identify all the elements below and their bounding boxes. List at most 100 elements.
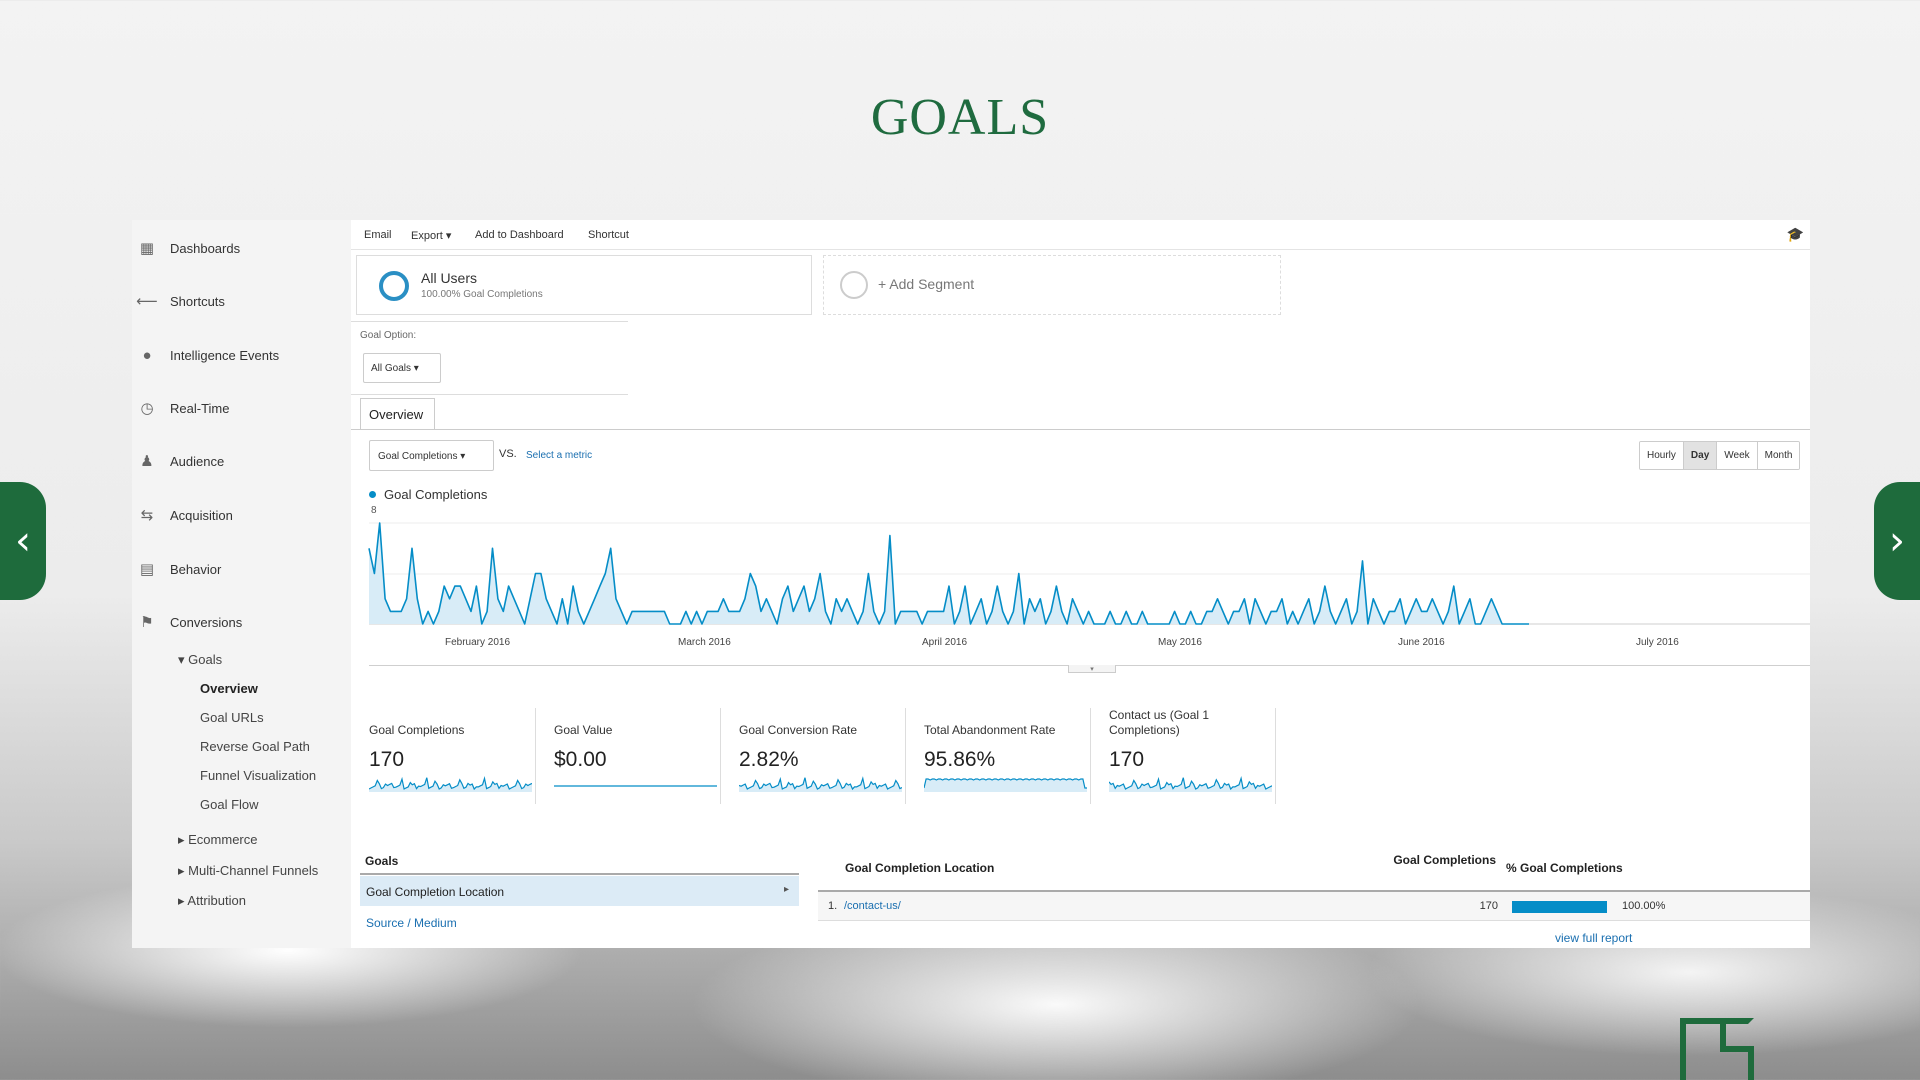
x-tick-label: April 2016 [922, 637, 968, 648]
sidebar-item-shortcuts[interactable]: ⟵ Shortcuts [132, 287, 225, 315]
sidebar-attribution[interactable]: ▸ Attribution [178, 893, 246, 909]
scorecard-goal-completions[interactable]: Goal Completions 170 [351, 708, 536, 804]
sparkline [1109, 776, 1272, 792]
scorecard-value: 170 [1109, 748, 1145, 771]
option-label: Goal Completion Location [366, 885, 505, 899]
main-panel: Email Export ▾ Add to Dashboard Shortcut… [351, 220, 1810, 948]
document-icon[interactable] [1680, 1018, 1754, 1080]
sidebar-goals-overview[interactable]: Overview [200, 681, 258, 696]
column-header-location[interactable]: Goal Completion Location [845, 861, 994, 875]
sidebar-item-label: Audience [170, 453, 225, 469]
table-row: 1. /contact-us/ 170 100.00% [818, 892, 1810, 921]
row-completions: 170 [1479, 900, 1498, 912]
people-icon: ♟ [140, 453, 154, 470]
sidebar-multi-channel-funnels[interactable]: ▸ Multi-Channel Funnels [178, 863, 318, 879]
goals-panel-title: Goals [365, 854, 399, 868]
scorecard-label: Goal Completions [369, 723, 465, 737]
add-to-dashboard-button[interactable]: Add to Dashboard [475, 229, 564, 241]
source-medium-link[interactable]: Source / Medium [366, 916, 457, 930]
sidebar-item-label: Behavior [170, 561, 222, 577]
sidebar-goal-urls[interactable]: Goal URLs [200, 710, 264, 725]
column-header-completions[interactable]: Goal Completions [1386, 853, 1496, 868]
period-week-button[interactable]: Week [1717, 442, 1758, 469]
row-percent: 100.00% [1622, 900, 1666, 912]
metric-select[interactable]: Goal Completions ▾ [369, 440, 494, 471]
sidebar-reverse-goal-path[interactable]: Reverse Goal Path [200, 739, 310, 754]
scorecard-goal-value[interactable]: Goal Value $0.00 [536, 708, 721, 804]
chevron-left-icon: ‹ [15, 518, 31, 564]
x-tick-label: July 2016 [1636, 637, 1679, 648]
segment-all-users[interactable]: All Users 100.00% Goal Completions [356, 255, 812, 315]
x-axis-labels: February 2016 March 2016 April 2016 May … [351, 637, 1810, 651]
behavior-window-icon: ▤ [139, 561, 155, 578]
acquisition-arrows-icon: ⇆ [140, 507, 154, 524]
shortcut-button[interactable]: Shortcut [588, 229, 629, 241]
add-segment-button[interactable]: + Add Segment [823, 255, 1281, 315]
sidebar-goal-flow[interactable]: Goal Flow [200, 797, 259, 812]
sidebar-item-acquisition[interactable]: ⇆ Acquisition [132, 501, 233, 529]
lightbulb-icon: ● [142, 346, 152, 364]
x-tick-label: June 2016 [1398, 637, 1445, 648]
sidebar-item-dashboards[interactable]: ▦ Dashboards [132, 234, 240, 262]
slide-title: GOALS [870, 89, 1050, 146]
row-page-link[interactable]: /contact-us/ [844, 900, 901, 912]
sidebar-item-audience[interactable]: ♟ Audience [132, 447, 224, 475]
sidebar-item-label: Conversions [170, 614, 243, 630]
x-tick-label: February 2016 [445, 637, 511, 648]
previous-slide-button[interactable]: ‹ [0, 482, 46, 600]
x-tick-label: March 2016 [678, 637, 731, 648]
segment-title: All Users [421, 270, 478, 286]
scorecard-label: Goal Conversion Rate [739, 723, 858, 737]
tab-overview[interactable]: Overview [360, 398, 435, 429]
scorecard-value: 170 [369, 748, 405, 771]
tab-underline [351, 429, 1810, 430]
sidebar-item-label: Shortcuts [170, 293, 225, 309]
segment-subtitle: 100.00% Goal Completions [421, 289, 543, 300]
sparkline-area [924, 779, 1087, 792]
flag-icon: ⚑ [140, 614, 154, 631]
scorecard-goal-conversion-rate[interactable]: Goal Conversion Rate 2.82% [721, 708, 906, 804]
sidebar-item-conversions[interactable]: ⚑ Conversions [132, 608, 242, 636]
vs-label: VS. [499, 448, 517, 460]
add-segment-label: + Add Segment [878, 276, 975, 292]
view-full-report-link[interactable]: view full report [1555, 931, 1632, 945]
segment-ring-icon [379, 271, 409, 301]
sparkline [554, 785, 717, 787]
sidebar-funnel-visualization[interactable]: Funnel Visualization [200, 768, 316, 783]
scorecard-total-abandonment-rate[interactable]: Total Abandonment Rate 95.86% [906, 708, 1091, 804]
report-toolbar: Email Export ▾ Add to Dashboard Shortcut… [351, 220, 1810, 250]
next-slide-button[interactable]: › [1874, 482, 1920, 600]
sidebar-item-label: Intelligence Events [170, 347, 280, 363]
divider [360, 873, 799, 875]
sidebar-item-real-time[interactable]: ◷ Real-Time [132, 394, 229, 422]
graduation-cap-icon[interactable]: 🎓 [1787, 226, 1804, 243]
goal-option-label: Goal Option: [360, 330, 417, 341]
period-hourly-button[interactable]: Hourly [1640, 442, 1684, 469]
sidebar: ▦ Dashboards ⟵ Shortcuts ● Intelligence … [132, 220, 351, 948]
sidebar-item-intelligence-events[interactable]: ● Intelligence Events [132, 341, 279, 369]
scorecard-value: 95.86% [924, 748, 996, 771]
sidebar-goals[interactable]: ▾ Goals [178, 652, 222, 668]
column-header-percent[interactable]: % Goal Completions [1506, 861, 1623, 875]
export-button[interactable]: Export ▾ [411, 229, 451, 242]
x-tick-label: May 2016 [1158, 637, 1202, 648]
sparkline [924, 778, 1087, 792]
scorecard-contact-us-goal[interactable]: Contact us (Goal 1 Completions) 170 [1091, 708, 1276, 804]
email-button[interactable]: Email [364, 229, 392, 241]
divider [351, 394, 628, 395]
chart-collapse-handle[interactable]: ▾ [1068, 665, 1116, 673]
sidebar-item-label: Real-Time [170, 400, 230, 416]
select-metric-link[interactable]: Select a metric [526, 450, 592, 461]
scorecards: Goal Completions 170 Goal Value $0.00 Go… [351, 708, 1810, 804]
sparkline [369, 776, 532, 792]
divider [351, 321, 628, 322]
y-axis-max-label: 8 [371, 505, 377, 516]
goal-completion-location-option[interactable]: Goal Completion Location ▸ [360, 876, 799, 906]
shortcut-arrow-icon: ⟵ [136, 293, 158, 310]
period-day-button[interactable]: Day [1683, 442, 1718, 469]
row-number: 1. [828, 900, 838, 912]
period-month-button[interactable]: Month [1757, 442, 1800, 469]
goal-option-select[interactable]: All Goals ▾ [363, 353, 441, 383]
sidebar-ecommerce[interactable]: ▸ Ecommerce [178, 832, 258, 848]
sidebar-item-behavior[interactable]: ▤ Behavior [132, 555, 221, 583]
